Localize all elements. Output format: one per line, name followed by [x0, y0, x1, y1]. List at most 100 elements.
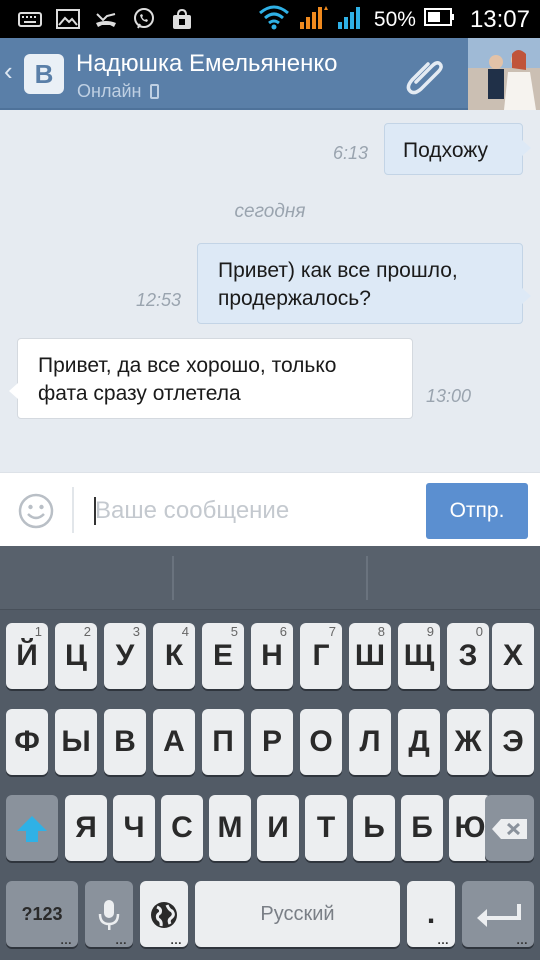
signal-blue-icon	[336, 4, 366, 35]
symbols-label: ?123	[21, 904, 63, 924]
key-hint: 7	[328, 624, 336, 639]
avatar[interactable]	[468, 38, 540, 110]
key-hint: 4	[181, 624, 189, 639]
space-key[interactable]: Русский	[195, 881, 400, 947]
store-icon	[170, 8, 194, 30]
key-В[interactable]: В	[104, 709, 146, 775]
message-bubble-outgoing[interactable]: Привет) как все прошло, продержалось?	[197, 243, 531, 324]
contact-status: Онлайн	[77, 81, 160, 102]
key-hint: 1	[34, 624, 42, 639]
period-label: .	[426, 897, 436, 930]
key-Ж[interactable]: Ж	[447, 709, 489, 775]
key-label: Н	[261, 639, 283, 672]
key-Ч[interactable]: Ч	[113, 795, 155, 861]
signal-orange-icon	[298, 4, 328, 35]
key-У[interactable]: У3	[104, 623, 146, 689]
key-Ы[interactable]: Ы	[55, 709, 97, 775]
key-label: Щ	[403, 639, 435, 672]
key-label: З	[458, 639, 478, 672]
smiley-icon[interactable]	[18, 493, 54, 529]
key-Ь[interactable]: Ь	[353, 795, 395, 861]
key-label: К	[164, 639, 184, 672]
key-Я[interactable]: Я	[65, 795, 107, 861]
symbols-key[interactable]: ?123…	[6, 881, 78, 947]
key-label: Ц	[65, 639, 87, 672]
key-Ц[interactable]: Ц2	[55, 623, 97, 689]
keyboard-icon	[18, 8, 42, 30]
enter-key[interactable]: …	[462, 881, 534, 947]
key-hint: 8	[377, 624, 385, 639]
globe-key[interactable]: …	[140, 881, 188, 947]
period-key[interactable]: .…	[407, 881, 455, 947]
enter-arrow-icon	[473, 897, 523, 930]
paperclip-icon[interactable]	[402, 52, 446, 96]
suggestion-divider	[172, 556, 174, 600]
key-А[interactable]: А	[153, 709, 195, 775]
key-Б[interactable]: Б	[401, 795, 443, 861]
key-hint: 2	[83, 624, 91, 639]
key-М[interactable]: М	[209, 795, 251, 861]
key-hint: 6	[279, 624, 287, 639]
key-label: Г	[312, 639, 330, 672]
key-Щ[interactable]: Щ9	[398, 623, 440, 689]
key-О[interactable]: О	[300, 709, 342, 775]
key-И[interactable]: И	[257, 795, 299, 861]
message-text-line: продержалось?	[218, 287, 371, 310]
key-Х[interactable]: Х	[492, 623, 534, 689]
key-Ф[interactable]: Ф	[6, 709, 48, 775]
shift-arrow-icon	[15, 811, 49, 844]
key-hint: 5	[230, 624, 238, 639]
key-label: У	[115, 639, 135, 672]
day-separator: сегодня	[234, 201, 306, 222]
send-button[interactable]: Отпр.	[426, 483, 528, 539]
keyboard: Й1 Ц2 У3 К4 Е5 Н6 Г7 Ш8 Щ9 З0 Х Ф Ы В А …	[0, 546, 540, 960]
key-Ш[interactable]: Ш8	[349, 623, 391, 689]
key-Э[interactable]: Э	[492, 709, 534, 775]
backspace-key[interactable]	[485, 795, 534, 861]
message-bubble-incoming[interactable]: Привет, да все хорошо, только фата сразу…	[9, 338, 413, 419]
message-time: 12:53	[136, 290, 182, 310]
message-text-line: Привет, да все хорошо, только	[38, 354, 337, 377]
key-С[interactable]: С	[161, 795, 203, 861]
mobile-phone-icon	[150, 84, 160, 99]
globe-icon	[148, 897, 180, 930]
key-Т[interactable]: Т	[305, 795, 347, 861]
backspace-icon	[491, 811, 529, 844]
key-Р[interactable]: Р	[251, 709, 293, 775]
message-composer: Отпр.	[0, 472, 540, 546]
contact-status-text: Онлайн	[77, 81, 142, 101]
contact-name[interactable]: Надюшка Емельяненко	[76, 50, 376, 78]
message-list[interactable]: 6:13 Подхожу сегодня 12:53 Привет) как в…	[0, 110, 540, 472]
key-Л[interactable]: Л	[349, 709, 391, 775]
mic-key[interactable]: …	[85, 881, 133, 947]
vk-logo[interactable]: В	[24, 54, 64, 94]
key-hint: 0	[475, 624, 483, 639]
key-Д[interactable]: Д	[398, 709, 440, 775]
key-hint: 9	[426, 624, 434, 639]
key-label: Ш	[354, 639, 386, 672]
message-input[interactable]	[95, 493, 415, 529]
message-time: 6:13	[333, 143, 369, 163]
key-Г[interactable]: Г7	[300, 623, 342, 689]
key-К[interactable]: К4	[153, 623, 195, 689]
key-З[interactable]: З0	[447, 623, 489, 689]
back-chevron-icon[interactable]: ‹	[4, 56, 13, 87]
message-bubble-outgoing[interactable]: Подхожу	[384, 123, 531, 175]
message-text: Подхожу	[403, 139, 489, 162]
suggestion-strip[interactable]	[0, 546, 540, 610]
key-Й[interactable]: Й1	[6, 623, 48, 689]
gallery-icon	[56, 8, 80, 30]
suggestion-divider	[366, 556, 368, 600]
status-bar: 50% 13:07	[0, 0, 540, 38]
key-Н[interactable]: Н6	[251, 623, 293, 689]
text-cursor	[94, 497, 96, 525]
wifi-icon	[258, 4, 290, 35]
key-label: Е	[212, 639, 233, 672]
key-Е[interactable]: Е5	[202, 623, 244, 689]
key-П[interactable]: П	[202, 709, 244, 775]
missed-call-icon	[94, 8, 118, 30]
shift-key[interactable]	[6, 795, 58, 861]
message-time: 13:00	[426, 386, 472, 406]
clock: 13:07	[469, 5, 530, 33]
microphone-icon	[98, 897, 120, 931]
